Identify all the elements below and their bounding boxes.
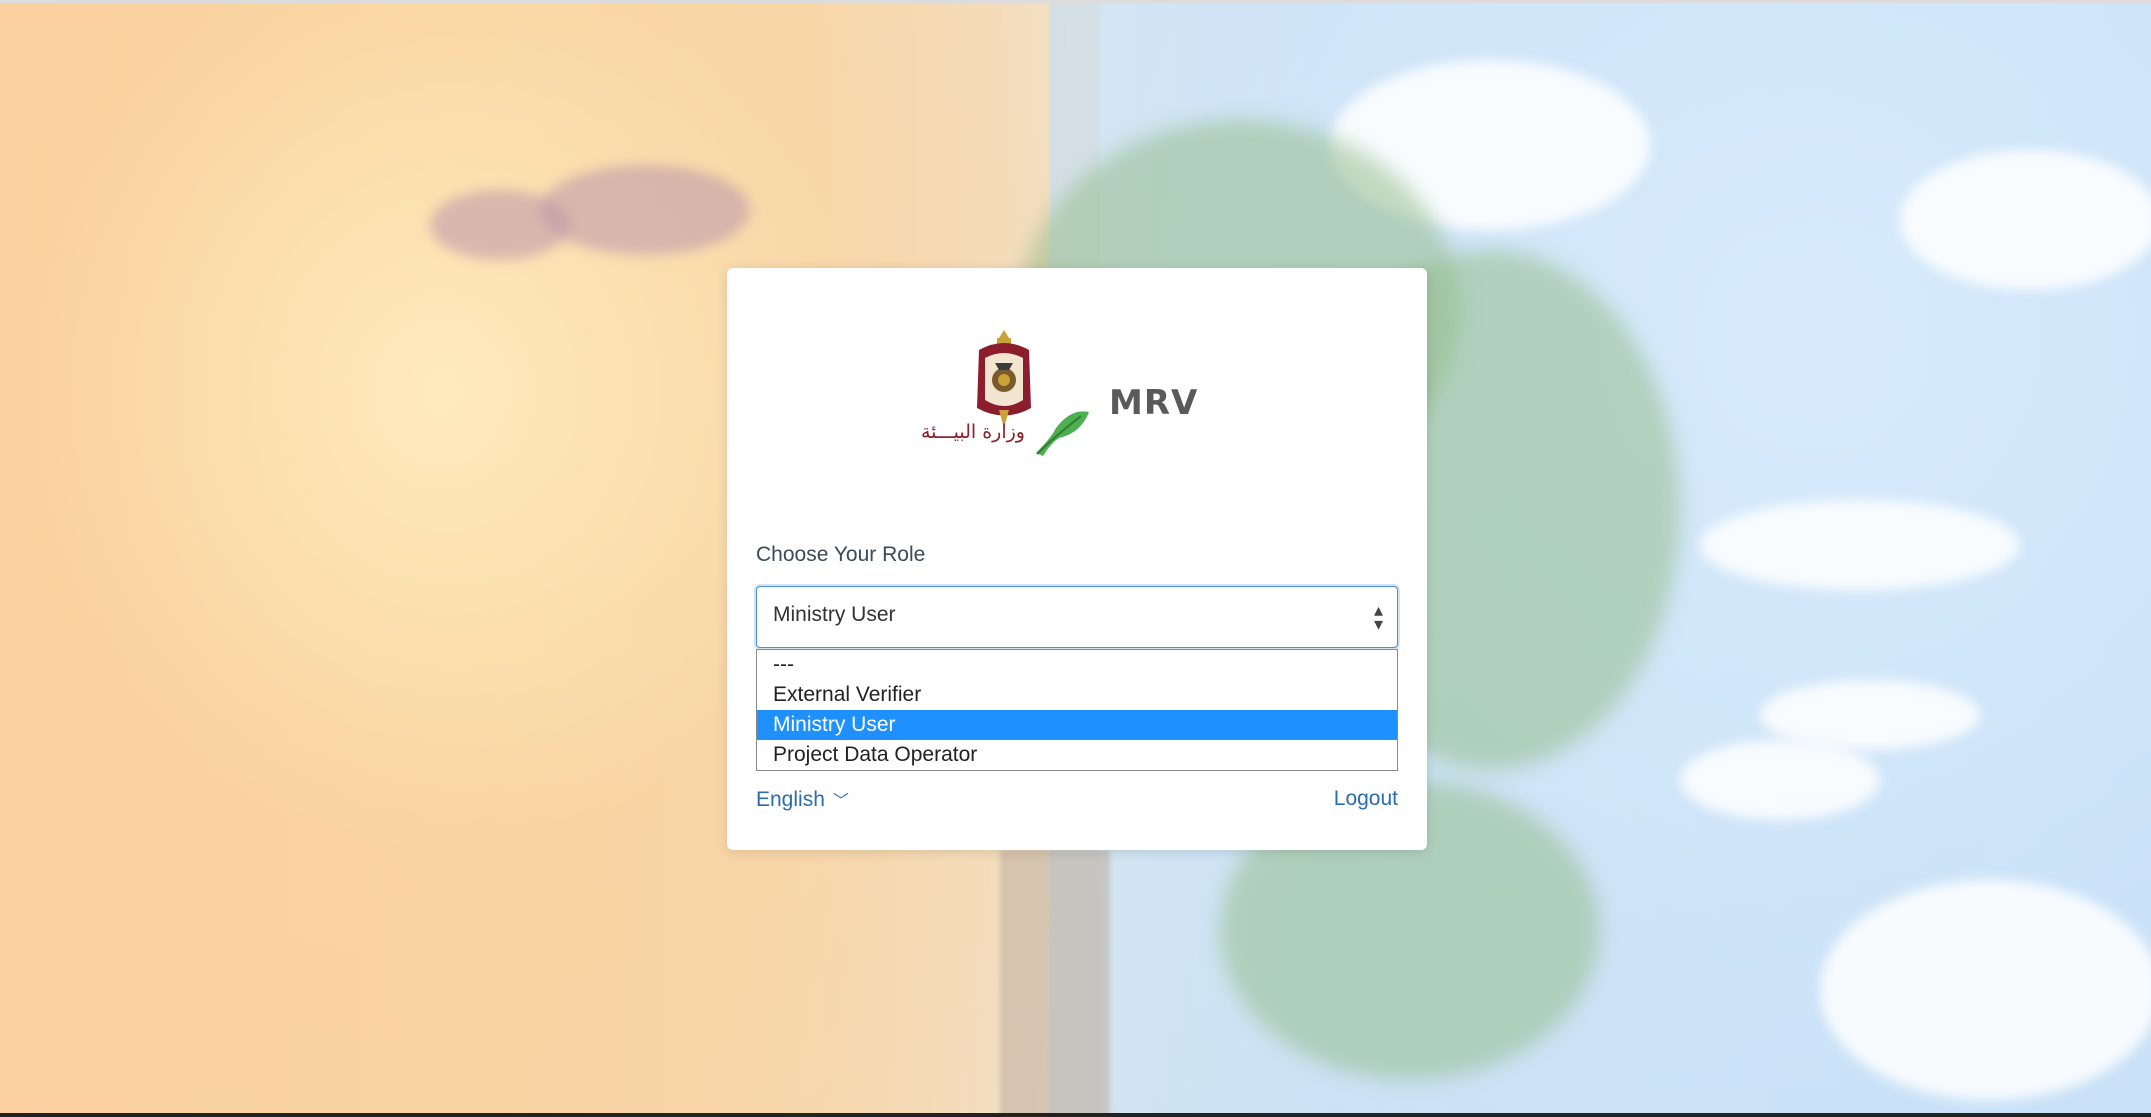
bottom-border	[0, 1113, 2151, 1117]
language-selector[interactable]: English ﹀	[756, 787, 849, 812]
chevron-down-icon: ﹀	[832, 793, 849, 810]
role-select-value: Ministry User	[773, 603, 896, 626]
leaf-icon	[1036, 411, 1089, 456]
sort-arrows-icon: ▴ ▾	[1373, 600, 1383, 634]
language-label: English	[756, 788, 825, 811]
role-option-ministry-user[interactable]: Ministry User	[757, 710, 1397, 740]
role-selection-card: وزارة البيـــئة MRV Choose Your Role Min…	[727, 268, 1427, 850]
role-select[interactable]: Ministry User ▴ ▾	[756, 586, 1398, 648]
ministry-arabic-name: وزارة البيـــئة	[921, 421, 1025, 443]
role-option-empty[interactable]: ---	[757, 650, 1397, 680]
role-option-project-data-operator[interactable]: Project Data Operator	[757, 740, 1397, 770]
role-options-list: --- External Verifier Ministry User Proj…	[756, 649, 1398, 771]
top-border	[0, 0, 2151, 3]
app-title: MRV	[1109, 383, 1199, 423]
role-label: Choose Your Role	[756, 543, 926, 566]
coat-of-arms-icon	[977, 330, 1031, 428]
role-option-external-verifier[interactable]: External Verifier	[757, 680, 1397, 710]
logout-link[interactable]: Logout	[1334, 787, 1398, 811]
